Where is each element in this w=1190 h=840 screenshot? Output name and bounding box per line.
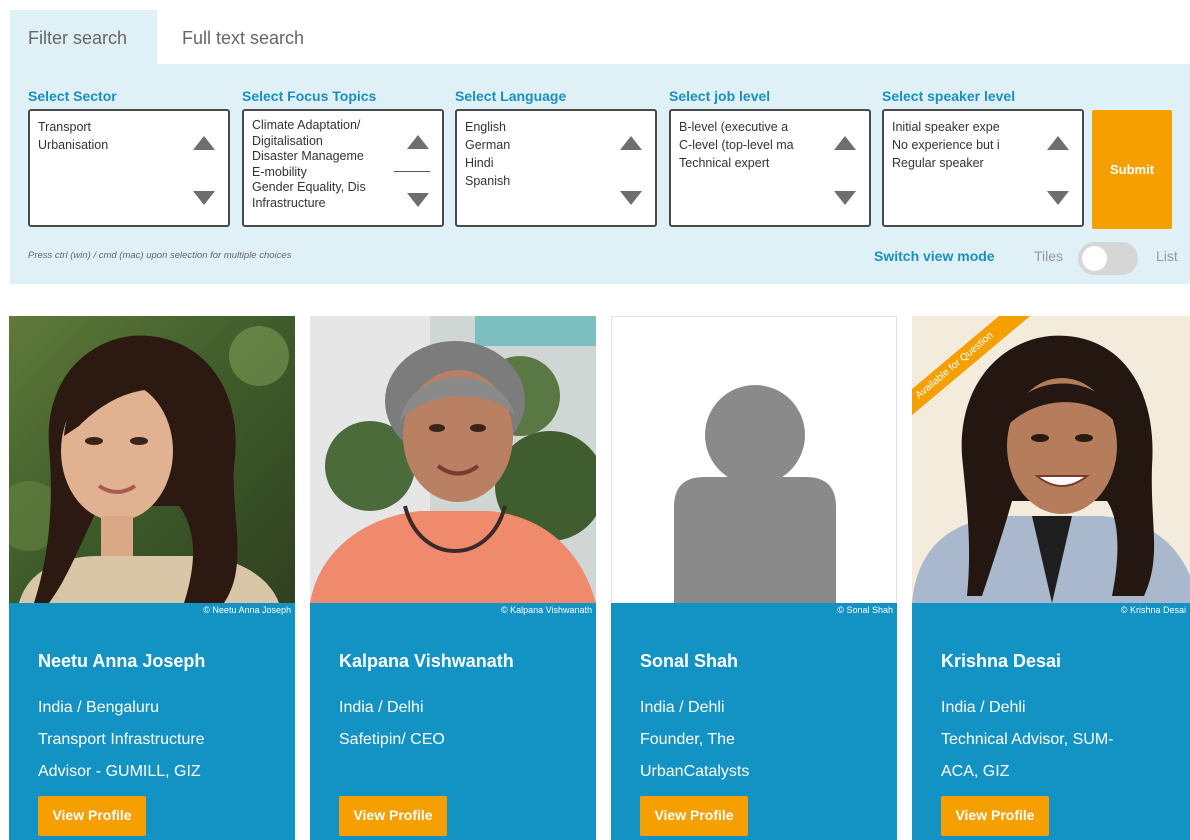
focus-topic-option[interactable]: E-mobility xyxy=(252,165,380,181)
speaker-photo xyxy=(310,316,596,603)
switch-view-mode-label: Switch view mode xyxy=(874,248,995,264)
speaker-location: India / Delhi xyxy=(339,699,424,716)
speaker-role: Safetipin/ CEO xyxy=(339,731,445,748)
focus-topics-select[interactable]: Climate Adaptation/ Digitalisation Disas… xyxy=(242,109,444,227)
multi-select-hint: Press ctrl (win) / cmd (mac) upon select… xyxy=(28,250,292,261)
sector-option[interactable]: Urbanisation xyxy=(38,136,166,154)
speaker-location: India / Dehli xyxy=(941,699,1026,716)
language-option[interactable]: German xyxy=(465,136,593,154)
sector-options: Transport Urbanisation xyxy=(38,118,166,154)
scroll-down-icon[interactable] xyxy=(407,193,429,207)
language-option[interactable]: Hindi xyxy=(465,154,593,172)
job-level-option[interactable]: Technical expert xyxy=(679,154,807,172)
scroll-up-icon[interactable] xyxy=(407,135,429,149)
speaker-card: © Sonal Shah Sonal Shah India / Dehli Fo… xyxy=(611,316,897,840)
speaker-photo xyxy=(9,316,295,603)
speaker-role: Founder, The xyxy=(640,731,735,748)
job-level-filter: Select job level B-level (executive a C-… xyxy=(669,87,871,227)
focus-topic-option[interactable]: Disaster Manageme xyxy=(252,149,380,165)
speaker-level-option[interactable]: No experience but i xyxy=(892,136,1020,154)
speaker-info: © Krishna Desai Krishna Desai India / De… xyxy=(912,603,1190,840)
speaker-level-select[interactable]: Initial speaker expe No experience but i… xyxy=(882,109,1084,227)
job-level-label: Select job level xyxy=(669,88,771,104)
submit-button[interactable]: Submit xyxy=(1092,110,1172,229)
speaker-card: © Neetu Anna Joseph Neetu Anna Joseph In… xyxy=(9,316,295,840)
speaker-role: ACA, GIZ xyxy=(941,763,1010,780)
language-option[interactable]: English xyxy=(465,118,593,136)
speaker-info: © Kalpana Vishwanath Kalpana Vishwanath … xyxy=(310,603,596,840)
scroll-up-icon[interactable] xyxy=(1047,136,1069,150)
sector-select[interactable]: Transport Urbanisation xyxy=(28,109,230,227)
scroll-up-icon[interactable] xyxy=(834,136,856,150)
speaker-level-options: Initial speaker expe No experience but i… xyxy=(892,118,1020,172)
speaker-name[interactable]: Krishna Desai xyxy=(941,651,1061,672)
list-label: List xyxy=(1156,248,1178,264)
focus-topic-option[interactable]: Digitalisation xyxy=(252,134,380,150)
sector-filter: Select Sector Transport Urbanisation xyxy=(28,87,230,227)
speaker-photo: Available for Question xyxy=(912,316,1190,603)
speaker-location: India / Dehli xyxy=(640,699,725,716)
speaker-level-label: Select speaker level xyxy=(882,88,1016,104)
speaker-name[interactable]: Kalpana Vishwanath xyxy=(339,651,514,672)
speaker-level-filter: Select speaker level Initial speaker exp… xyxy=(882,87,1084,227)
job-level-options: B-level (executive a C-level (top-level … xyxy=(679,118,807,172)
toggle-knob xyxy=(1082,246,1107,271)
focus-topics-options: Climate Adaptation/ Digitalisation Disas… xyxy=(252,118,380,212)
language-select[interactable]: English German Hindi Spanish xyxy=(455,109,657,227)
speaker-details: India / Bengaluru Transport Infrastructu… xyxy=(38,692,278,788)
tiles-label: Tiles xyxy=(1034,248,1064,264)
speaker-role: UrbanCatalysts xyxy=(640,763,750,780)
speaker-name[interactable]: Neetu Anna Joseph xyxy=(38,651,205,672)
scroll-down-icon[interactable] xyxy=(193,191,215,205)
photo-credit: © Krishna Desai xyxy=(1120,605,1186,615)
photo-credit: © Sonal Shah xyxy=(837,605,893,615)
search-tabs: Filter search Full text search xyxy=(10,10,323,64)
scroll-up-icon[interactable] xyxy=(620,136,642,150)
speaker-name[interactable]: Sonal Shah xyxy=(640,651,738,672)
photo-credit: © Neetu Anna Joseph xyxy=(203,605,291,615)
speaker-level-option[interactable]: Regular speaker xyxy=(892,154,1020,172)
focus-topic-option[interactable]: Infrastructure xyxy=(252,196,380,212)
scroll-down-icon[interactable] xyxy=(834,191,856,205)
tab-filter-search[interactable]: Filter search xyxy=(10,10,157,64)
view-profile-button[interactable]: View Profile xyxy=(38,796,146,836)
tab-full-text-search[interactable]: Full text search xyxy=(157,10,323,64)
scroll-down-icon[interactable] xyxy=(1047,191,1069,205)
scroll-down-icon[interactable] xyxy=(620,191,642,205)
speaker-level-option[interactable]: Initial speaker expe xyxy=(892,118,1020,136)
filter-panel: Select Sector Transport Urbanisation Sel… xyxy=(10,64,1190,284)
speaker-info: © Neetu Anna Joseph Neetu Anna Joseph In… xyxy=(9,603,295,840)
job-level-select[interactable]: B-level (executive a C-level (top-level … xyxy=(669,109,871,227)
photo-credit: © Kalpana Vishwanath xyxy=(500,605,592,615)
view-mode-toggle[interactable] xyxy=(1078,242,1138,275)
language-filter: Select Language English German Hindi Spa… xyxy=(455,87,657,227)
scroll-up-icon[interactable] xyxy=(193,136,215,150)
view-profile-button[interactable]: View Profile xyxy=(941,796,1049,836)
language-options: English German Hindi Spanish xyxy=(465,118,593,190)
job-level-option[interactable]: C-level (top-level ma xyxy=(679,136,807,154)
focus-topic-option[interactable]: Climate Adaptation/ xyxy=(252,118,380,134)
focus-topic-option[interactable]: Gender Equality, Dis xyxy=(252,180,380,196)
sector-label: Select Sector xyxy=(28,88,117,104)
focus-topics-label: Select Focus Topics xyxy=(242,88,377,104)
speaker-details: India / Delhi Safetipin/ CEO xyxy=(339,692,579,756)
view-profile-button[interactable]: View Profile xyxy=(339,796,447,836)
job-level-option[interactable]: B-level (executive a xyxy=(679,118,807,136)
speaker-details: India / Dehli Founder, The UrbanCatalyst… xyxy=(640,692,880,788)
focus-topics-filter: Select Focus Topics Climate Adaptation/ … xyxy=(242,87,444,227)
speaker-role: Technical Advisor, SUM- xyxy=(941,731,1114,748)
speaker-role: Transport Infrastructure xyxy=(38,731,205,748)
speaker-details: India / Dehli Technical Advisor, SUM- AC… xyxy=(941,692,1181,788)
scroll-divider xyxy=(394,171,430,172)
speaker-role: Advisor - GUMILL, GIZ xyxy=(38,763,201,780)
view-profile-button[interactable]: View Profile xyxy=(640,796,748,836)
speaker-location: India / Bengaluru xyxy=(38,699,159,716)
sector-option[interactable]: Transport xyxy=(38,118,166,136)
speaker-card: © Kalpana Vishwanath Kalpana Vishwanath … xyxy=(310,316,596,840)
speaker-info: © Sonal Shah Sonal Shah India / Dehli Fo… xyxy=(611,603,897,840)
placeholder-avatar-icon xyxy=(611,316,897,603)
language-label: Select Language xyxy=(455,88,567,104)
language-option[interactable]: Spanish xyxy=(465,172,593,190)
speaker-card: Available for Question © Krishna Desai K… xyxy=(912,316,1190,840)
